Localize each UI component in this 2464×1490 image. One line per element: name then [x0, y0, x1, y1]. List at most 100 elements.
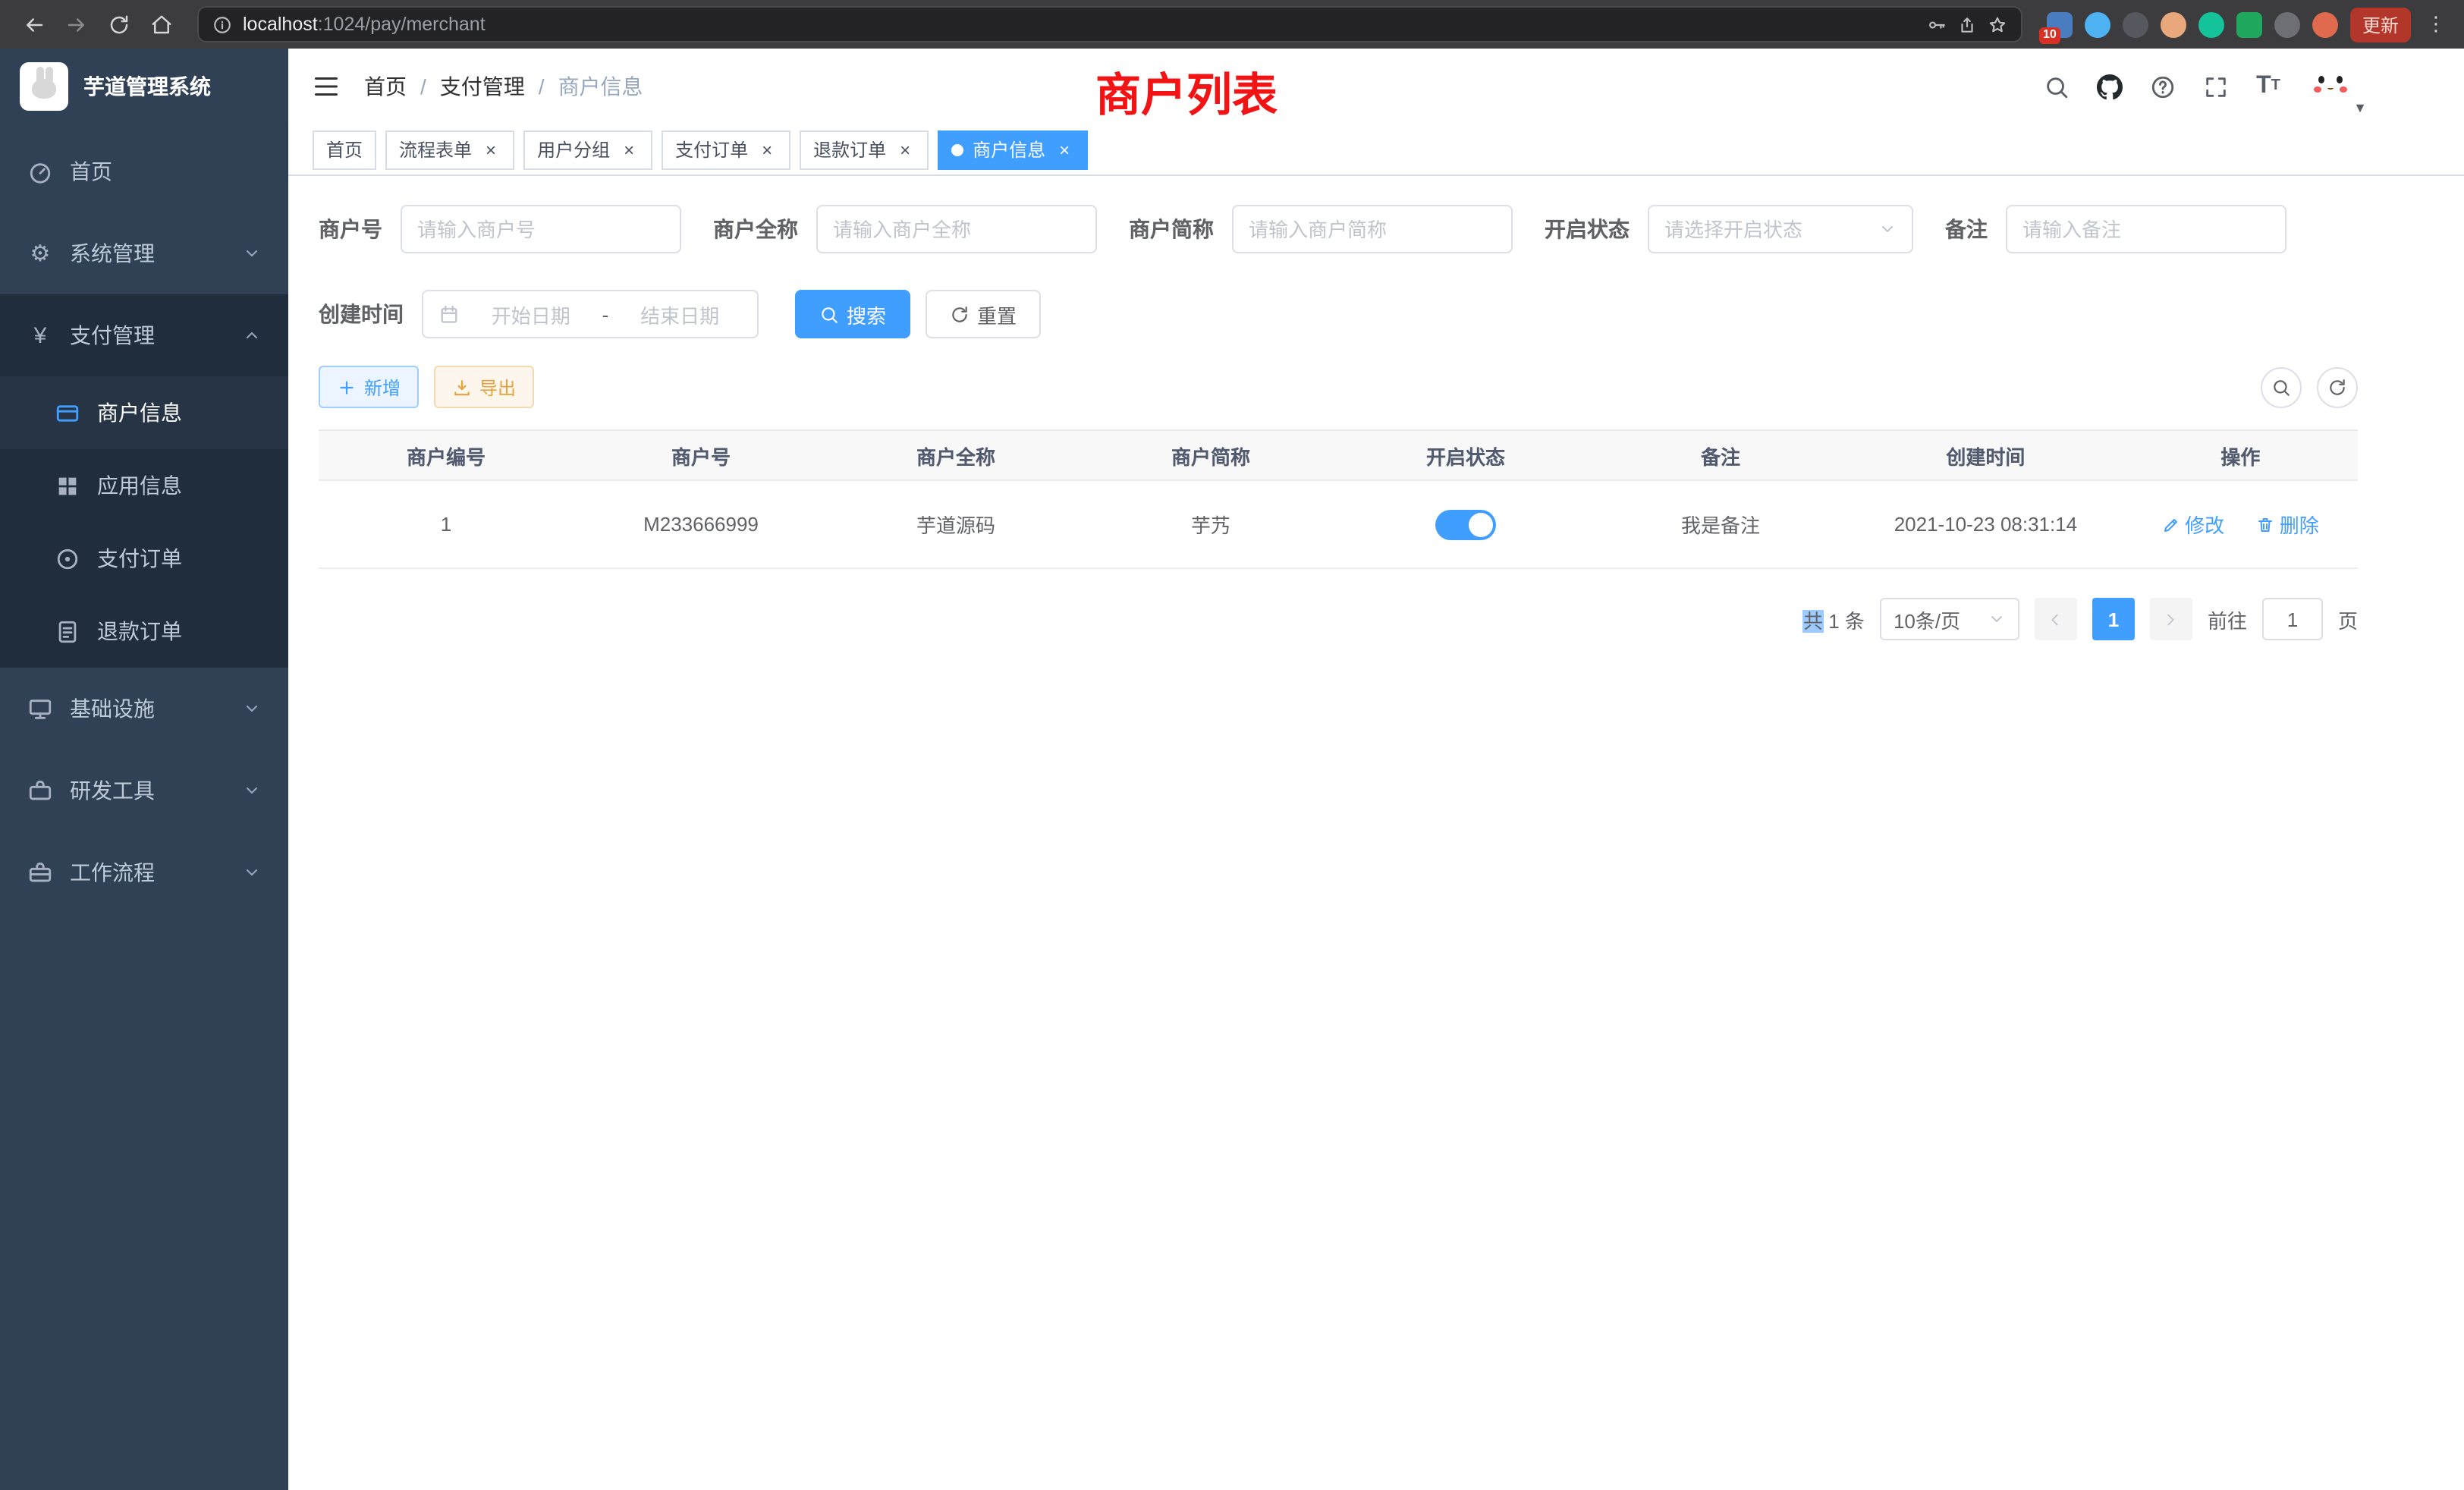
address-bar[interactable]: localhost:1024/pay/merchant	[197, 6, 2022, 42]
search-icon[interactable]	[2041, 71, 2071, 102]
logo-rabbit-icon	[20, 62, 68, 111]
status-select-input[interactable]	[1664, 218, 1869, 240]
tab-pay-order[interactable]: 支付订单 ×	[662, 130, 790, 169]
close-icon[interactable]: ×	[1054, 140, 1074, 159]
extension-icon[interactable]	[2236, 11, 2262, 37]
breadcrumb-current: 商户信息	[558, 71, 643, 102]
full-name-input[interactable]	[833, 218, 1080, 240]
forward-button[interactable]	[58, 6, 94, 42]
breadcrumb-payment[interactable]: 支付管理	[440, 71, 525, 102]
breadcrumb: 首页 / 支付管理 / 商户信息	[364, 71, 643, 102]
tab-merchant-info[interactable]: 商户信息 ×	[938, 130, 1088, 169]
home-button[interactable]	[143, 6, 179, 42]
merchant-page: 商户号 商户全称 商户简称	[288, 176, 2464, 1490]
chevron-down-icon	[243, 244, 261, 262]
tab-refund-order[interactable]: 退款订单 ×	[800, 130, 929, 169]
refresh-table-button[interactable]	[2317, 366, 2358, 407]
extension-avatar-icon[interactable]	[2161, 11, 2186, 37]
close-icon[interactable]: ×	[895, 140, 915, 159]
github-icon[interactable]	[2094, 71, 2124, 102]
app-logo[interactable]: 芋道管理系统	[0, 49, 288, 124]
reset-button[interactable]: 重置	[926, 290, 1041, 338]
page-number-1[interactable]: 1	[2092, 598, 2135, 640]
breadcrumb-home[interactable]: 首页	[364, 71, 407, 102]
reload-icon	[107, 13, 130, 36]
goto-page-input[interactable]	[2262, 598, 2323, 640]
extension-icon[interactable]	[2085, 11, 2110, 37]
sidebar-item-workflow[interactable]: 工作流程	[0, 831, 288, 913]
sidebar-item-infrastructure[interactable]: 基础设施	[0, 668, 288, 750]
site-info-icon[interactable]	[212, 14, 232, 34]
total-count: 共 1 条	[1803, 605, 1865, 633]
password-key-icon[interactable]	[1927, 14, 1947, 34]
close-icon[interactable]: ×	[619, 140, 639, 159]
share-icon[interactable]	[1957, 14, 1977, 34]
app-grid-icon	[55, 473, 80, 498]
payment-submenu: 商户信息 应用信息 支付订单 退款订单	[0, 376, 288, 668]
search-button[interactable]: 搜索	[795, 290, 910, 338]
sidebar-item-home[interactable]: 首页	[0, 130, 288, 212]
browser-menu-icon[interactable]: ⋮	[2423, 12, 2449, 36]
col-merchant-id: 商户编号	[319, 430, 574, 480]
hide-search-button[interactable]	[2261, 366, 2302, 407]
merchant-table: 商户编号 商户号 商户全称 商户简称 开启状态 备注 创建时间 操作 1	[319, 429, 2358, 569]
add-button[interactable]: 新增	[319, 366, 419, 408]
page-size-select[interactable]: 10条/页	[1880, 598, 2019, 640]
sidebar-item-pay-order[interactable]: 支付订单	[0, 522, 288, 595]
user-menu[interactable]: ▼	[2306, 58, 2358, 115]
cell-status	[1338, 480, 1593, 568]
chevron-down-icon	[243, 781, 261, 800]
extension-icon[interactable]	[2198, 11, 2224, 37]
download-icon	[452, 377, 472, 397]
close-icon[interactable]: ×	[481, 140, 501, 159]
goto-suffix: 页	[2338, 605, 2358, 633]
sidebar-item-merchant-info[interactable]: 商户信息	[0, 376, 288, 449]
delete-link[interactable]: 删除	[2257, 510, 2319, 539]
next-page-button[interactable]	[2150, 598, 2192, 640]
sidebar-item-refund-order[interactable]: 退款订单	[0, 595, 288, 668]
extension-puzzle-icon[interactable]	[2274, 11, 2300, 37]
pagination: 共 1 条 10条/页 1 前往 页	[319, 598, 2358, 640]
prev-page-button[interactable]	[2035, 598, 2077, 640]
create-time-range-picker[interactable]: 开始日期 - 结束日期	[422, 290, 759, 338]
reload-button[interactable]	[100, 6, 137, 42]
filter-label-full-name: 商户全称	[713, 214, 816, 244]
tab-process-form[interactable]: 流程表单 ×	[385, 130, 514, 169]
short-name-input[interactable]	[1249, 218, 1496, 240]
tab-user-group[interactable]: 用户分组 ×	[523, 130, 652, 169]
remark-input[interactable]	[2022, 218, 2270, 240]
sidebar-toggle[interactable]	[310, 70, 343, 103]
browser-update-button[interactable]: 更新	[2350, 7, 2411, 42]
extension-icon[interactable]: 10	[2047, 11, 2073, 37]
credit-card-icon	[55, 400, 80, 426]
sidebar-item-payment[interactable]: ¥ 支付管理	[0, 294, 288, 376]
export-button[interactable]: 导出	[434, 366, 534, 408]
right-toolbar	[2261, 366, 2358, 407]
sidebar-item-system[interactable]: ⚙ 系统管理	[0, 212, 288, 294]
edit-pencil-icon	[2162, 515, 2180, 533]
extension-icon[interactable]	[2123, 11, 2148, 37]
edit-link[interactable]: 修改	[2162, 510, 2224, 539]
full-name-input-box	[816, 205, 1097, 253]
sidebar-item-app-info[interactable]: 应用信息	[0, 449, 288, 522]
filter-label-status: 开启状态	[1545, 214, 1648, 244]
home-icon	[149, 13, 172, 36]
close-icon[interactable]: ×	[757, 140, 777, 159]
tab-home[interactable]: 首页	[313, 130, 376, 169]
font-size-icon[interactable]: TT	[2253, 71, 2283, 102]
col-actions: 操作	[2123, 430, 2358, 480]
screen: localhost:1024/pay/merchant 10 更新 ⋮	[0, 0, 2464, 1490]
status-select[interactable]	[1648, 205, 1913, 253]
start-date-placeholder: 开始日期	[469, 300, 593, 328]
fullscreen-icon[interactable]	[2200, 71, 2230, 102]
bookmark-star-icon[interactable]	[1988, 14, 2007, 34]
merchant-no-input[interactable]	[417, 218, 665, 240]
merchant-no-input-box	[401, 205, 681, 253]
help-icon[interactable]	[2147, 71, 2177, 102]
status-toggle[interactable]	[1435, 509, 1496, 539]
sidebar: 芋道管理系统 首页 ⚙ 系统管理 ¥ 支付管理	[0, 49, 288, 1490]
sidebar-item-dev-tools[interactable]: 研发工具	[0, 750, 288, 831]
trash-icon	[2257, 515, 2275, 533]
extension-avatar-icon[interactable]	[2312, 11, 2338, 37]
back-button[interactable]	[15, 6, 52, 42]
